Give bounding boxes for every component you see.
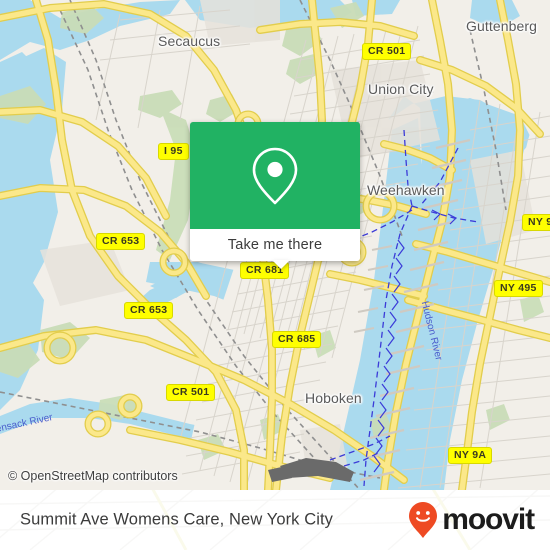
route-shield-cr-685: CR 685 <box>272 331 322 348</box>
page-title: Summit Ave Womens Care, New York City <box>20 510 334 529</box>
moovit-logo[interactable]: moovit <box>408 501 535 539</box>
route-shield-cr-501-north: CR 501 <box>362 43 412 60</box>
route-shield-cr-501-south: CR 501 <box>166 384 216 401</box>
popup-pointer-tail <box>272 260 290 269</box>
route-shield-i-95: I 95 <box>158 143 189 160</box>
take-me-there-popup[interactable]: Take me there <box>190 122 360 261</box>
take-me-there-button[interactable]: Take me there <box>190 229 360 261</box>
osm-attribution[interactable]: © OpenStreetMap contributors <box>8 469 178 483</box>
route-shield-cr-653-upper: CR 653 <box>96 233 146 250</box>
route-shield-ny-9a: NY 9A <box>448 447 493 464</box>
footer-bar: Summit Ave Womens Care, New York City mo… <box>0 490 550 550</box>
popup-icon-area <box>190 122 360 229</box>
screenshot-root: Secaucus Guttenberg Union City Weehawken… <box>0 0 550 550</box>
moovit-smiley-pin-icon <box>409 502 438 538</box>
route-shield-ny-9: NY 9 <box>522 214 550 231</box>
route-shield-cr-653-lower: CR 653 <box>124 302 174 319</box>
map-pin-icon <box>252 147 298 204</box>
map-canvas[interactable]: Secaucus Guttenberg Union City Weehawken… <box>0 0 550 490</box>
take-me-there-label: Take me there <box>227 237 323 253</box>
moovit-wordmark: moovit <box>442 503 535 536</box>
route-shield-ny-495: NY 495 <box>494 280 543 297</box>
